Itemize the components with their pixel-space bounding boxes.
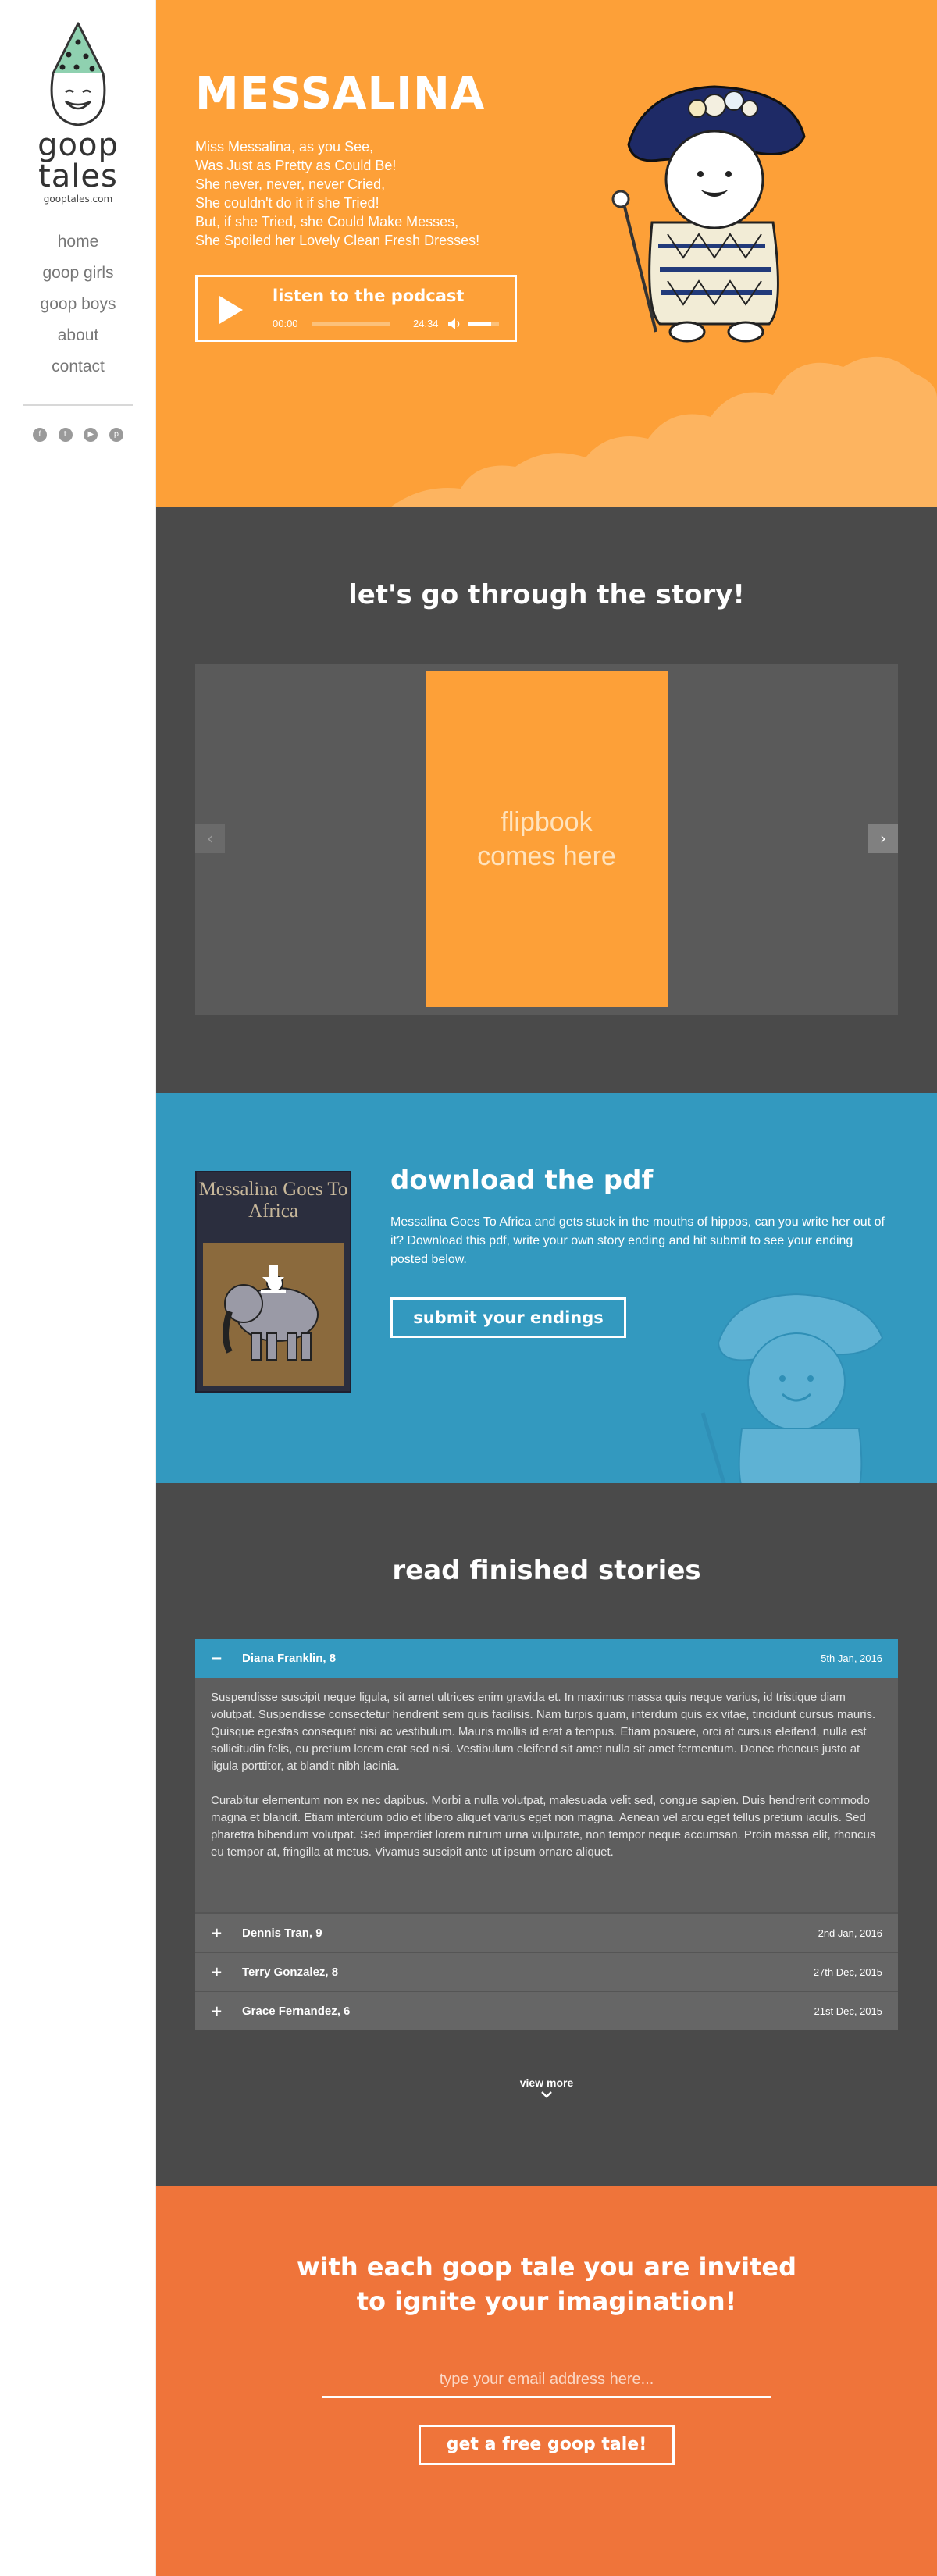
poem-line: Was Just as Pretty as Could Be! <box>195 158 397 173</box>
expand-icon: + <box>211 1964 223 1980</box>
speaker-icon[interactable] <box>447 318 461 330</box>
twitter-icon[interactable]: t <box>58 428 73 442</box>
podcast-progress-bar[interactable] <box>312 322 390 326</box>
volume-fill <box>468 322 491 326</box>
messalina-silhouette-illustration <box>700 1293 884 1483</box>
poem-line: She Spoiled her Lovely Clean Fresh Dress… <box>195 233 480 248</box>
story-date: 2nd Jan, 2016 <box>818 1927 882 1939</box>
finished-stories-section: read finished stories − Diana Franklin, … <box>156 1483 937 2186</box>
accordion-header-open[interactable]: − Diana Franklin, 8 5th Jan, 2016 <box>195 1639 898 1678</box>
poem-line: But, if she Tried, she Could Make Messes… <box>195 214 459 229</box>
podcast-total-time: 24:34 <box>413 318 439 329</box>
nav-item-about[interactable]: about <box>0 320 156 351</box>
hero-section: MESSALINA Miss Messalina, as you See, Wa… <box>156 0 937 507</box>
story-author: Terry Gonzalez, 8 <box>242 1966 339 1979</box>
nav-item-home[interactable]: home <box>0 226 156 258</box>
book-cover[interactable]: Messalina Goes To Africa <box>195 1171 351 1393</box>
logo-word-goop: goop <box>37 127 119 163</box>
youtube-icon[interactable]: ▶ <box>84 428 98 442</box>
cloud-decoration <box>390 356 937 507</box>
flipbook-placeholder[interactable]: flipbook comes here <box>426 671 668 1007</box>
story-date: 21st Dec, 2015 <box>814 2005 882 2017</box>
download-pdf-section: Messalina Goes To Africa download the pd… <box>156 1093 937 1483</box>
pdf-title: download the pdf <box>390 1165 654 1196</box>
book-cover-title: Messalina Goes To Africa <box>198 1179 348 1222</box>
nav-item-goop-girls[interactable]: goop girls <box>0 258 156 289</box>
flipbook-carousel: ‹ flipbook comes here › <box>195 664 898 1015</box>
volume-slider[interactable] <box>468 322 499 326</box>
carousel-prev-button[interactable]: ‹ <box>195 824 225 853</box>
get-free-tale-button[interactable]: get a free goop tale! <box>419 2425 675 2465</box>
story-date: 27th Dec, 2015 <box>813 1966 882 1978</box>
email-input[interactable] <box>322 2364 771 2398</box>
sidebar-divider <box>23 404 133 406</box>
accordion-header[interactable]: + Grace Fernandez, 6 21st Dec, 2015 <box>195 1991 898 2030</box>
page-title: MESSALINA <box>195 69 486 119</box>
finished-stories-title: read finished stories <box>392 1555 701 1586</box>
story-author: Dennis Tran, 9 <box>242 1927 322 1940</box>
messalina-character-illustration <box>611 85 806 343</box>
story-paragraph: Suspendisse suscipit neque ligula, sit a… <box>211 1691 876 1773</box>
subscribe-section: with each goop tale you are invited to i… <box>156 2186 937 2576</box>
logo-url: gooptales.com <box>43 194 113 205</box>
story-author: Grace Fernandez, 6 <box>242 2005 351 2018</box>
collapse-icon: − <box>211 1650 223 1667</box>
pdf-description: Messalina Goes To Africa and gets stuck … <box>390 1215 885 1266</box>
podcast-current-time: 00:00 <box>273 318 298 329</box>
story-author: Diana Franklin, 8 <box>242 1652 337 1665</box>
view-more-link[interactable]: view more <box>156 2076 937 2098</box>
play-icon[interactable] <box>219 296 243 324</box>
nav-item-goop-boys[interactable]: goop boys <box>0 289 156 320</box>
carousel-next-button[interactable]: › <box>868 824 898 853</box>
logo[interactable]: goop tales gooptales.com <box>31 20 125 205</box>
expand-icon: + <box>211 2003 223 2019</box>
story-paragraph: Curabitur elementum non ex nec dapibus. … <box>211 1794 876 1859</box>
hero-poem: Miss Messalina, as you See, Was Just as … <box>195 137 586 250</box>
submit-endings-button[interactable]: submit your endings <box>390 1297 626 1338</box>
nav-item-contact[interactable]: contact <box>0 351 156 382</box>
accordion-body: Suspendisse suscipit neque ligula, sit a… <box>195 1678 898 1912</box>
poem-line: She never, never, never Cried, <box>195 176 386 192</box>
story-section: let's go through the story! ‹ flipbook c… <box>156 507 937 1093</box>
accordion-header[interactable]: + Dennis Tran, 9 2nd Jan, 2016 <box>195 1912 898 1952</box>
goop-head-logo-icon <box>50 22 106 126</box>
poem-line: She couldn't do it if she Tried! <box>195 195 379 211</box>
story-title: let's go through the story! <box>348 579 745 610</box>
download-icon[interactable] <box>256 1261 290 1296</box>
social-links: f t ▶ p <box>33 428 123 442</box>
subscribe-title: with each goop tale you are invited to i… <box>156 2250 937 2318</box>
podcast-label: listen to the podcast <box>273 286 465 305</box>
stories-accordion: − Diana Franklin, 8 5th Jan, 2016 Suspen… <box>195 1639 898 2030</box>
logo-word-tales: tales <box>38 158 118 194</box>
sidebar: goop tales gooptales.com home goop girls… <box>0 0 156 2576</box>
pinterest-icon[interactable]: p <box>109 428 123 442</box>
accordion-header[interactable]: + Terry Gonzalez, 8 27th Dec, 2015 <box>195 1952 898 1991</box>
subscribe-title-line: to ignite your imagination! <box>356 2286 737 2316</box>
main-nav: home goop girls goop boys about contact <box>0 226 156 382</box>
story-date: 5th Jan, 2016 <box>821 1653 882 1664</box>
facebook-icon[interactable]: f <box>33 428 47 442</box>
subscribe-title-line: with each goop tale you are invited <box>296 2252 797 2282</box>
podcast-player: listen to the podcast 00:00 24:34 <box>195 275 517 342</box>
poem-line: Miss Messalina, as you See, <box>195 139 374 155</box>
flipbook-placeholder-text: flipbook comes here <box>477 807 616 871</box>
expand-icon: + <box>211 1925 223 1941</box>
chevron-down-icon <box>541 2091 552 2098</box>
view-more-label: view more <box>519 2076 574 2089</box>
